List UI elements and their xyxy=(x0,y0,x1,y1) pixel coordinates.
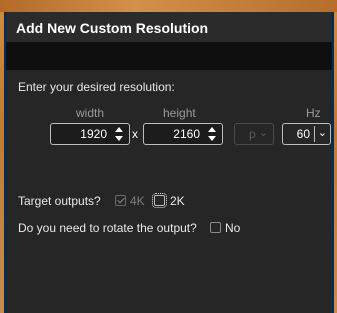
chevron-down-icon[interactable]: ⌄ xyxy=(318,126,327,139)
header-band xyxy=(6,42,332,70)
chevron-down-icon[interactable]: ⌄ xyxy=(259,126,268,139)
height-label: height xyxy=(163,106,196,120)
width-spinbox[interactable]: 1920 xyxy=(50,123,130,145)
decrement-icon[interactable] xyxy=(208,136,216,141)
scan-type-value: p xyxy=(249,127,256,141)
dialog-content: Enter your desired resolution: width hei… xyxy=(6,70,332,313)
times-sign: x xyxy=(132,127,138,141)
custom-resolution-dialog: Add New Custom Resolution Enter your des… xyxy=(4,12,334,313)
width-label: width xyxy=(76,106,105,120)
checkbox-4k-label: 4K xyxy=(130,194,145,208)
height-stepper[interactable] xyxy=(206,127,218,141)
window-edge-decoration xyxy=(0,0,337,12)
refresh-rate-value: 60 xyxy=(296,127,310,141)
increment-icon[interactable] xyxy=(208,127,216,132)
target-outputs-label: Target outputs? xyxy=(18,194,101,208)
select-divider xyxy=(314,126,315,142)
increment-icon[interactable] xyxy=(115,127,123,132)
checkbox-2k-label: 2K xyxy=(170,194,185,208)
rotate-output-label: Do you need to rotate the output? xyxy=(18,221,197,235)
dialog-title: Add New Custom Resolution xyxy=(16,20,209,36)
height-spinbox[interactable]: 2160 xyxy=(143,123,223,145)
height-value: 2160 xyxy=(173,127,200,141)
checkbox-rotate[interactable] xyxy=(210,222,221,233)
scan-type-select[interactable]: p ⌄ xyxy=(234,123,274,145)
checkbox-4k[interactable] xyxy=(115,195,126,206)
refresh-rate-select[interactable]: 60 ⌄ xyxy=(282,123,331,145)
width-stepper[interactable] xyxy=(113,127,125,141)
checkbox-rotate-label: No xyxy=(225,221,241,235)
checkbox-2k[interactable] xyxy=(152,193,167,208)
resolution-prompt: Enter your desired resolution: xyxy=(18,80,175,94)
hz-label: Hz xyxy=(306,106,321,120)
dialog-titlebar: Add New Custom Resolution xyxy=(6,12,332,43)
width-value: 1920 xyxy=(80,127,107,141)
decrement-icon[interactable] xyxy=(115,136,123,141)
